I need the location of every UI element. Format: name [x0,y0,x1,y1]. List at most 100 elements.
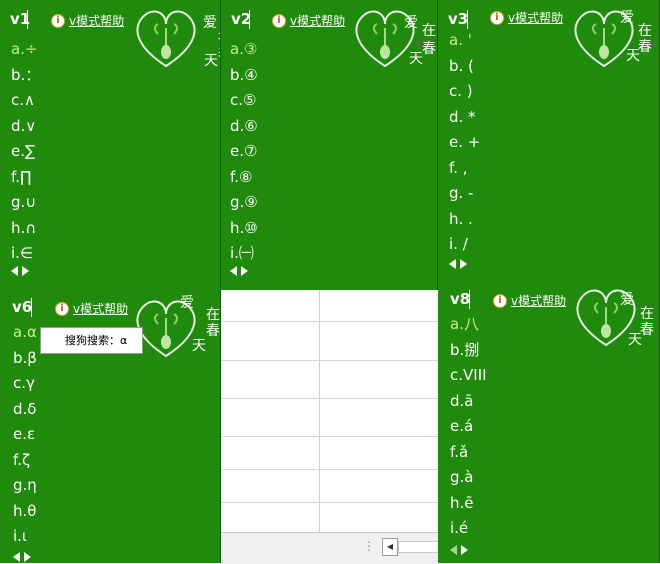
candidate-item[interactable]: a. ' [449,28,480,54]
candidate-item[interactable]: d. * [449,105,480,131]
deco-char: 爱 [620,292,634,308]
candidate-item[interactable]: h. . [449,207,480,233]
column-divider [319,290,320,532]
info-icon: i [493,293,507,308]
pager [11,266,29,276]
ime-panel-v6: v6 i v模式帮助 爱 在 春 天 a.α b.β c.γ d.δ e.ε f… [0,290,221,563]
help-link-label[interactable]: v模式帮助 [73,300,128,317]
panel-title: v8 [450,290,471,308]
candidate-item[interactable]: c.γ [13,371,37,397]
candidate-item[interactable]: a.八 [450,312,487,338]
candidate-item[interactable]: i. / [449,232,480,258]
candidate-item[interactable]: c.∧ [11,88,40,114]
candidate-item[interactable]: b.β [13,346,37,372]
text-cursor [31,298,32,317]
help-link[interactable]: i v模式帮助 [55,300,128,317]
row-divider [220,398,438,399]
candidate-item[interactable]: f. , [449,156,480,182]
candidate-item[interactable]: c. ) [449,79,480,105]
prev-page-icon[interactable] [11,266,18,276]
candidate-item[interactable]: e.ε [13,422,37,448]
next-page-icon[interactable] [241,266,248,276]
candidate-item[interactable]: f.⑧ [230,165,258,191]
row-divider [220,321,438,322]
help-link[interactable]: i v模式帮助 [490,9,563,26]
candidate-item[interactable]: d.⑥ [230,114,258,140]
candidate-item[interactable]: g.à [450,465,487,491]
candidate-item[interactable]: e.∑ [11,139,40,165]
candidate-item[interactable]: f.ǎ [450,440,487,466]
help-link-label[interactable]: v模式帮助 [508,9,563,26]
candidate-item[interactable]: b.捌 [450,338,487,364]
scroll-track[interactable] [398,541,440,553]
prev-page-icon[interactable] [13,552,20,562]
help-link-label[interactable]: v模式帮助 [290,12,345,29]
row-divider [220,360,438,361]
deco-char: 春 [422,41,436,57]
prev-page-icon[interactable] [449,259,456,269]
candidate-item[interactable]: e. + [449,130,480,156]
candidate-item[interactable]: d.δ [13,397,37,423]
help-link[interactable]: i v模式帮助 [493,292,566,309]
help-link[interactable]: i v模式帮助 [51,12,124,29]
candidate-item[interactable]: g.∪ [11,190,40,216]
row-divider [220,502,438,503]
candidate-item[interactable]: e.⑦ [230,139,258,165]
prev-page-icon[interactable] [230,266,237,276]
splitter-handle-icon[interactable]: ⋮ [363,539,375,553]
candidate-item[interactable]: h.ē [450,491,487,517]
text-cursor [469,290,470,309]
row-divider [220,469,438,470]
ime-panel-v8: v8 i v模式帮助 爱 在 春 天 a.八 b.捌 c.VIII d.ā e.… [438,277,660,563]
scroll-left-button[interactable]: ◀ [382,538,398,556]
candidate-item[interactable]: c.⑤ [230,88,258,114]
candidate-item[interactable]: h.⑩ [230,216,258,242]
deco-char: 天 [192,338,206,354]
candidate-list: a.③ b.④ c.⑤ d.⑥ e.⑦ f.⑧ g.⑨ h.⑩ i.㈠ [230,37,258,267]
text-cursor [27,10,28,29]
candidate-item[interactable]: a.③ [230,37,258,63]
candidate-item[interactable]: f.∏ [11,165,40,191]
candidate-item[interactable]: b.④ [230,63,258,89]
candidate-item[interactable]: i.∈ [11,241,40,267]
candidate-list: a.÷ b.： c.∧ d.∨ e.∑ f.∏ g.∪ h.∩ i.∈ [11,37,40,267]
next-page-icon[interactable] [461,545,468,555]
heart-decoration: 爱 在 春 天 [347,0,437,78]
next-page-icon[interactable] [24,552,31,562]
deco-char: 天 [409,51,423,67]
help-link-label[interactable]: v模式帮助 [511,292,566,309]
candidate-item[interactable]: a.÷ [11,37,40,63]
horizontal-scrollbar[interactable]: ⋮ ◀ [220,532,440,564]
candidate-item[interactable]: i.㈠ [230,241,258,267]
help-link[interactable]: i v模式帮助 [272,12,345,29]
candidate-item[interactable]: d.∨ [11,114,40,140]
candidate-item[interactable]: a.α [13,320,37,346]
candidate-item[interactable]: g. - [449,181,480,207]
candidate-list: a.α b.β c.γ d.δ e.ε f.ζ g.η h.θ i.ι [13,320,37,550]
prev-page-icon[interactable] [450,545,457,555]
candidate-item[interactable]: d.ā [450,389,487,415]
ime-panel-v2: v2 i v模式帮助 爱 在 春 天 a.③ b.④ c.⑤ d.⑥ e.⑦ f… [221,0,438,290]
deco-char: 天 [628,332,642,348]
help-link-label[interactable]: v模式帮助 [69,12,124,29]
candidate-item[interactable]: i.ι [13,524,37,550]
candidate-item[interactable]: h.θ [13,499,37,525]
deco-char: 在 [422,23,436,39]
next-page-icon[interactable] [22,266,29,276]
candidate-item[interactable]: e.á [450,414,487,440]
deco-char: 爱 [180,295,194,311]
candidate-item[interactable]: g.⑨ [230,190,258,216]
row-divider [220,436,438,437]
search-tooltip[interactable]: 搜狗搜索：α [40,327,143,354]
candidate-item[interactable]: f.ζ [13,448,37,474]
candidate-item[interactable]: b. ( [449,54,480,80]
candidate-item[interactable]: g.η [13,473,37,499]
deco-char: 春 [638,39,652,55]
candidate-item[interactable]: b.： [11,63,40,89]
candidate-item[interactable]: h.∩ [11,216,40,242]
info-icon: i [272,13,286,28]
candidate-item[interactable]: i.é [450,516,487,542]
panel-title: v6 [12,298,33,316]
candidate-item[interactable]: c.VIII [450,363,487,389]
next-page-icon[interactable] [460,259,467,269]
